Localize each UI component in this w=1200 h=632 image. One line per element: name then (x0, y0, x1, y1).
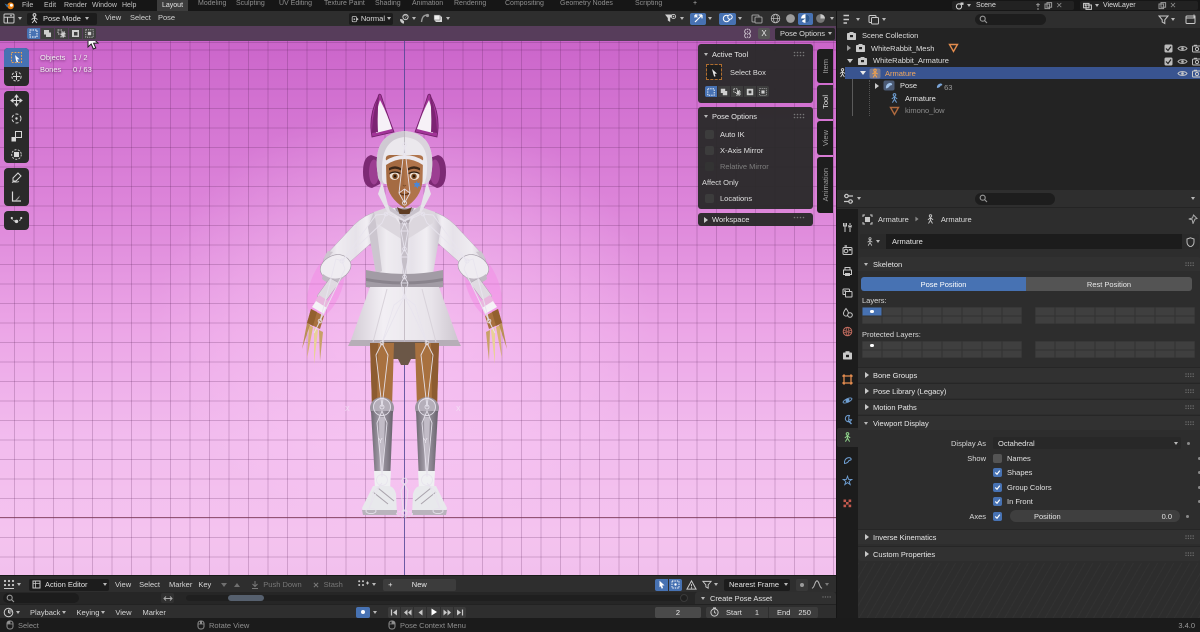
svg-text:X: X (456, 406, 461, 413)
svg-text:?: ? (404, 15, 407, 21)
svg-text:Y: Y (423, 438, 428, 445)
svg-text:X: X (345, 406, 350, 413)
svg-text:Y: Y (378, 438, 383, 445)
